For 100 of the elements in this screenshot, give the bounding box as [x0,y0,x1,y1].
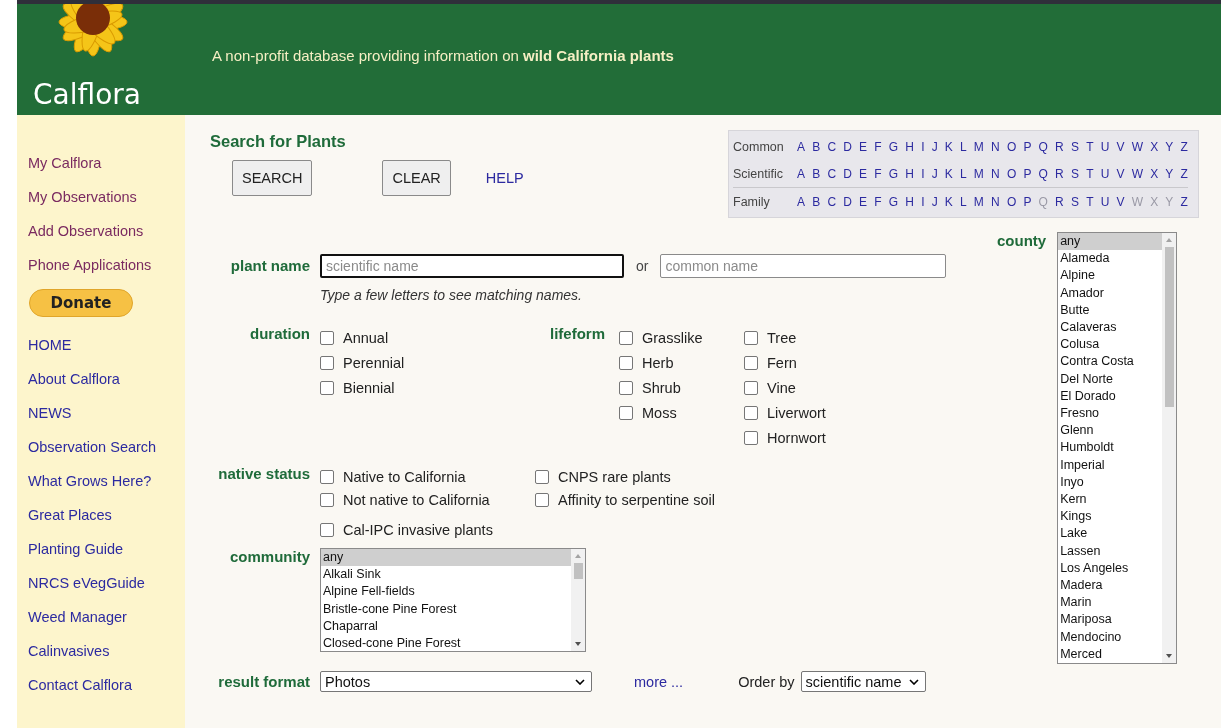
result-format-dropdown[interactable]: Photos [320,671,592,692]
letter-link[interactable]: B [812,139,821,154]
letter-link[interactable]: A [797,194,805,209]
list-option[interactable]: Closed-cone Pine Forest [321,635,571,651]
letter-link[interactable]: S [1070,139,1079,154]
letter-link[interactable]: L [960,139,967,154]
letter-link[interactable]: U [1100,139,1110,154]
checkbox[interactable] [744,355,758,370]
letter-link[interactable]: X [1150,139,1159,154]
list-option[interactable]: Madera [1058,577,1163,595]
letter-link[interactable]: L [960,194,967,209]
checkbox[interactable] [619,380,633,395]
letter-link[interactable]: M [973,139,984,154]
letter-link[interactable]: Z [1180,166,1188,181]
list-option[interactable]: Marin [1058,594,1163,612]
sidebar-link[interactable]: Great Places [28,505,112,539]
community-list[interactable]: any Alkali Sink Alpine Fell-fields Bristle-cone Pine Forest Chaparral Closed-cone Pine Forest [320,548,586,652]
letter-link[interactable]: R [1055,139,1064,154]
letter-link[interactable]: N [991,139,1000,154]
letter-link[interactable]: O [1006,166,1017,181]
more-link[interactable]: more ... [634,673,684,690]
county-list[interactable]: any Alameda Alpine Amador Butte Calaveras Colusa Contra Costa Del Norte El Dorado Fresno Glenn Humboldt Imperial Inyo Kern Kings Lake Lassen Los Angeles Madera Marin Mariposa Mendocino Merced [1057,232,1178,664]
clear-button[interactable]: CLEAR [382,160,451,196]
letter-link[interactable]: X [1150,166,1159,181]
checkbox[interactable] [619,330,633,345]
list-option[interactable]: Contra Costa [1058,353,1163,371]
help-link[interactable]: HELP [485,170,524,186]
checkbox[interactable] [535,492,549,507]
letter-link[interactable]: B [812,166,821,181]
letter-link[interactable]: P [1023,194,1032,209]
letter-link[interactable]: V [1116,139,1125,154]
letter-link[interactable]: T [1086,139,1094,154]
scrollbar[interactable] [571,549,585,651]
checkbox[interactable] [320,330,334,345]
letter-link[interactable]: C [827,166,837,181]
letter-link[interactable]: Y [1165,166,1174,181]
list-option[interactable]: Bristle-cone Pine Forest [321,600,571,618]
letter-link[interactable]: Z [1180,194,1188,209]
letter-link[interactable]: K [944,194,953,209]
sidebar-link[interactable]: Phone Applications [28,255,152,289]
letter-link[interactable]: G [888,139,899,154]
list-option[interactable]: Alameda [1058,250,1163,268]
list-option[interactable]: Imperial [1058,456,1163,474]
scientific-name-field[interactable]: scientific name [320,254,624,278]
sidebar-link[interactable]: Weed Manager [28,607,127,641]
letter-link[interactable]: Z [1180,139,1188,154]
donate-button[interactable]: Donate [29,289,133,317]
letter-link[interactable]: I [921,139,925,154]
letter-link[interactable]: O [1006,194,1017,209]
letter-link[interactable]: U [1100,194,1110,209]
letter-link[interactable]: Q [1038,166,1048,181]
letter-link[interactable]: J [931,194,938,209]
letter-link[interactable]: S [1070,194,1079,209]
sidebar-link[interactable]: Planting Guide [28,539,124,573]
checkbox[interactable] [320,380,334,395]
list-option[interactable]: El Dorado [1058,387,1163,406]
list-option[interactable]: Alpine [1058,267,1163,285]
letter-link[interactable]: D [843,139,852,154]
list-option[interactable]: Los Angeles [1058,559,1163,578]
letter-link[interactable]: V [1116,194,1125,209]
list-option[interactable]: Fresno [1058,405,1163,423]
sidebar-link[interactable]: Contact Calflora [28,675,132,709]
letter-link[interactable]: C [827,139,837,154]
letter-link[interactable]: I [921,194,925,209]
scrollbar[interactable] [1162,233,1177,663]
list-option[interactable]: Calaveras [1058,319,1163,337]
letter-link[interactable]: K [944,166,953,181]
letter-link[interactable]: N [991,166,1000,181]
list-option[interactable]: Inyo [1058,473,1163,492]
letter-link[interactable]: W [1131,139,1143,154]
letter-link[interactable]: D [843,166,852,181]
letter-link[interactable]: H [905,139,914,154]
list-option[interactable]: Lake [1058,525,1163,543]
sidebar-link[interactable]: My Observations [28,187,137,221]
letter-link[interactable]: R [1055,194,1064,209]
sidebar-link[interactable]: My Calflora [28,153,102,187]
list-option[interactable]: Lassen [1058,542,1163,560]
checkbox[interactable] [744,380,758,395]
list-option[interactable]: Kings [1058,508,1163,526]
list-option[interactable]: Butte [1058,301,1163,319]
letter-link[interactable]: F [874,139,882,154]
letter-link[interactable]: J [931,166,938,181]
letter-link[interactable]: H [905,194,914,209]
letter-link[interactable]: F [874,166,882,181]
letter-link[interactable]: G [888,166,899,181]
list-option[interactable]: Amador [1058,284,1163,302]
letter-link[interactable]: A [797,166,805,181]
list-option[interactable]: Mariposa [1058,611,1163,629]
letter-link[interactable]: I [921,166,925,181]
site-logo[interactable]: Calflora [33,80,141,110]
list-option[interactable]: Kern [1058,491,1163,509]
letter-link[interactable]: E [859,139,868,154]
list-option[interactable]: Mendocino [1058,628,1163,646]
sidebar-link[interactable]: NRCS eVegGuide [28,573,145,607]
letter-link[interactable]: J [931,139,938,154]
list-option[interactable]: any [321,549,571,567]
letter-link[interactable]: Q [1038,139,1048,154]
checkbox[interactable] [744,430,758,445]
checkbox[interactable] [320,492,334,507]
checkbox[interactable] [320,355,334,370]
